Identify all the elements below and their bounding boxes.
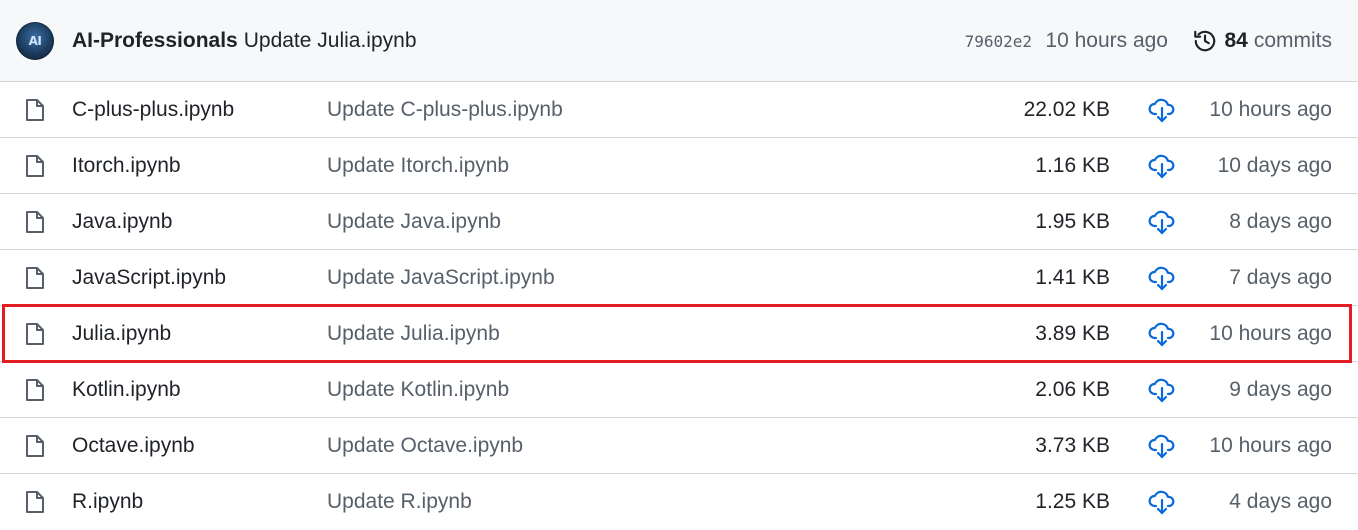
file-commit-message-link[interactable]: Update JavaScript.ipynb	[327, 250, 555, 306]
file-icon	[24, 378, 46, 402]
download-cloud-icon[interactable]	[1148, 433, 1176, 459]
file-row[interactable]: Octave.ipynb Update Octave.ipynb 3.73 KB…	[0, 418, 1358, 474]
file-commit-message-link[interactable]: Update R.ipynb	[327, 474, 472, 530]
file-size: 3.73 KB	[1035, 434, 1110, 457]
download-cloud-icon[interactable]	[1148, 153, 1176, 179]
file-size: 1.95 KB	[1035, 210, 1110, 233]
latest-commit-bar: AI AI-Professionals Update Julia.ipynb 7…	[0, 0, 1358, 82]
file-updated-time: 8 days ago	[1229, 210, 1332, 233]
file-row[interactable]: Julia.ipynb Update Julia.ipynb 3.89 KB 1…	[0, 304, 1358, 363]
file-updated-time: 4 days ago	[1229, 490, 1332, 513]
file-commit-message-link[interactable]: Update Julia.ipynb	[327, 306, 500, 362]
file-updated-time: 10 hours ago	[1209, 434, 1332, 457]
file-row[interactable]: JavaScript.ipynb Update JavaScript.ipynb…	[0, 250, 1358, 306]
file-icon	[24, 434, 46, 458]
file-commit-message-link[interactable]: Update Octave.ipynb	[327, 418, 523, 474]
file-commit-message-link[interactable]: Update Kotlin.ipynb	[327, 362, 509, 418]
file-name-link[interactable]: JavaScript.ipynb	[72, 250, 226, 306]
file-icon	[24, 210, 46, 234]
commit-message-link[interactable]: Update Julia.ipynb	[244, 29, 417, 53]
download-cloud-icon[interactable]	[1148, 489, 1176, 515]
file-icon	[24, 98, 46, 122]
file-name-link[interactable]: Julia.ipynb	[72, 306, 171, 362]
file-updated-time: 10 hours ago	[1209, 98, 1332, 121]
file-icon	[24, 322, 46, 346]
file-size: 1.25 KB	[1035, 490, 1110, 513]
commit-hash-link[interactable]: 79602e2	[965, 0, 1032, 82]
file-row[interactable]: Itorch.ipynb Update Itorch.ipynb 1.16 KB…	[0, 138, 1358, 194]
file-row[interactable]: C-plus-plus.ipynb Update C-plus-plus.ipy…	[0, 82, 1358, 138]
file-commit-message-link[interactable]: Update Itorch.ipynb	[327, 138, 509, 194]
file-size: 22.02 KB	[1023, 98, 1110, 121]
file-updated-time: 10 days ago	[1217, 154, 1332, 177]
file-icon	[24, 154, 46, 178]
avatar-text: AI	[28, 34, 42, 48]
commit-count: 84	[1224, 29, 1248, 52]
file-name-link[interactable]: Octave.ipynb	[72, 418, 195, 474]
file-row[interactable]: Java.ipynb Update Java.ipynb 1.95 KB 8 d…	[0, 194, 1358, 250]
file-size: 2.06 KB	[1035, 378, 1110, 401]
file-name-link[interactable]: Kotlin.ipynb	[72, 362, 181, 418]
latest-commit-message: AI-Professionals Update Julia.ipynb	[72, 0, 417, 82]
file-size: 1.41 KB	[1035, 266, 1110, 289]
file-size: 3.89 KB	[1035, 322, 1110, 345]
file-name-link[interactable]: C-plus-plus.ipynb	[72, 82, 234, 138]
file-icon	[24, 266, 46, 290]
file-updated-time: 10 hours ago	[1209, 322, 1332, 345]
file-icon	[24, 490, 46, 514]
download-cloud-icon[interactable]	[1148, 377, 1176, 403]
file-row[interactable]: R.ipynb Update R.ipynb 1.25 KB 4 days ag…	[0, 474, 1358, 530]
file-name-link[interactable]: R.ipynb	[72, 474, 143, 530]
file-commit-message-link[interactable]: Update C-plus-plus.ipynb	[327, 82, 563, 138]
file-updated-time: 7 days ago	[1229, 266, 1332, 289]
commit-history-link[interactable]: 84 commits	[1192, 0, 1332, 82]
commit-time: 10 hours ago	[1045, 29, 1168, 52]
history-icon	[1192, 28, 1218, 54]
commit-author-link[interactable]: AI-Professionals	[72, 29, 238, 53]
download-cloud-icon[interactable]	[1148, 321, 1176, 347]
file-updated-time: 9 days ago	[1229, 378, 1332, 401]
download-cloud-icon[interactable]	[1148, 97, 1176, 123]
commit-label: commits	[1253, 29, 1332, 52]
file-name-link[interactable]: Itorch.ipynb	[72, 138, 181, 194]
file-row[interactable]: Kotlin.ipynb Update Kotlin.ipynb 2.06 KB…	[0, 362, 1358, 418]
download-cloud-icon[interactable]	[1148, 265, 1176, 291]
file-name-link[interactable]: Java.ipynb	[72, 194, 172, 250]
download-cloud-icon[interactable]	[1148, 209, 1176, 235]
file-size: 1.16 KB	[1035, 154, 1110, 177]
file-commit-message-link[interactable]: Update Java.ipynb	[327, 194, 501, 250]
author-avatar[interactable]: AI	[16, 22, 54, 60]
file-list: C-plus-plus.ipynb Update C-plus-plus.ipy…	[0, 82, 1358, 530]
